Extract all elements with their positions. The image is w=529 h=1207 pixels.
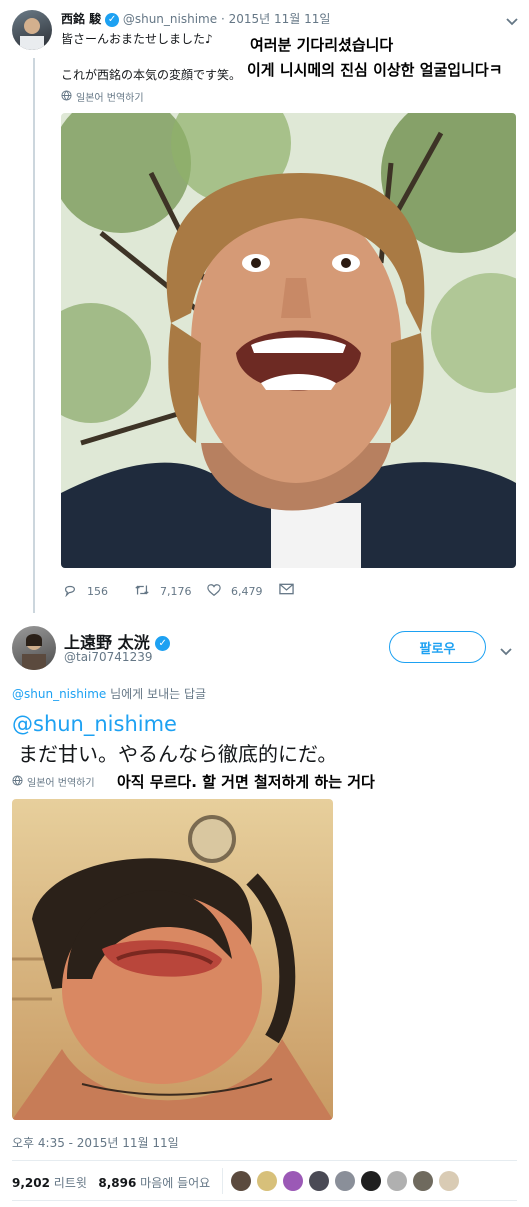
overlay-korean-line2: 이게 니시메의 진심 이상한 얼굴입니다ㅋ — [247, 61, 503, 79]
globe-icon — [61, 89, 72, 104]
translate-link[interactable]: 일본어 번역하기 — [61, 89, 144, 104]
tweet1-text-line2: これが西銘の本気の変顔です笑。 — [61, 68, 242, 82]
liker-avatar[interactable] — [439, 1171, 459, 1191]
like-stat-label: 마음에 들어요 — [140, 1176, 211, 1190]
retweet-icon — [134, 583, 150, 600]
tweet2-text: まだ甘い。やるんなら徹底的にだ。 — [18, 742, 338, 766]
liker-avatar[interactable] — [257, 1171, 277, 1191]
overlay-korean-line1: 여러분 기다리셨습니다 — [250, 36, 394, 54]
avatar-shun[interactable] — [12, 10, 52, 50]
liker-avatar[interactable] — [309, 1171, 329, 1191]
chevron-down-icon[interactable] — [499, 642, 513, 661]
dm-action[interactable] — [279, 583, 294, 598]
heart-icon — [207, 583, 221, 600]
liker-avatar[interactable] — [387, 1171, 407, 1191]
separator: · — [220, 12, 225, 26]
retweet-count: 7,176 — [160, 585, 192, 598]
divider-stats — [222, 1168, 223, 1194]
reply-to-suffix: 님에게 보내는 답글 — [106, 687, 207, 701]
author-handle[interactable]: @shun_nishime — [123, 12, 217, 26]
liker-avatar[interactable] — [361, 1171, 381, 1191]
reply-icon — [63, 583, 77, 600]
globe-icon — [12, 774, 23, 789]
like-action[interactable]: 6,479 — [207, 583, 263, 600]
tweet2-photo[interactable] — [12, 799, 333, 1120]
tweet1-text-line1: 皆さーんおまたせしました♪ — [61, 32, 213, 46]
follow-button[interactable]: 팔로우 — [389, 631, 486, 663]
tweet1-header: 西銘 駿 ✓ @shun_nishime · 2015년 11월 11일 — [61, 10, 330, 27]
mention-link[interactable]: @shun_nishime — [12, 712, 177, 736]
author-name[interactable]: 西銘 駿 — [61, 12, 101, 26]
liker-avatar[interactable] — [231, 1171, 251, 1191]
translate-label: 일본어 번역하기 — [27, 778, 95, 789]
like-stat-count: 8,896 — [98, 1176, 137, 1190]
thread-line — [33, 58, 35, 613]
liker-avatar[interactable] — [413, 1171, 433, 1191]
reply-to-handle[interactable]: @shun_nishime — [12, 687, 106, 701]
stats-row: 9,202 리트윗 8,896 마음에 들어요 — [12, 1174, 210, 1191]
avatar-tai[interactable] — [12, 626, 56, 670]
reply-action[interactable]: 156 — [63, 583, 108, 600]
like-count: 6,479 — [231, 585, 263, 598]
tweet1-photo[interactable] — [61, 113, 516, 568]
author-handle[interactable]: @tai70741239 — [64, 650, 152, 664]
liker-avatar[interactable] — [335, 1171, 355, 1191]
overlay-korean-line3: 아직 무르다. 할 거면 철저하게 하는 거다 — [117, 773, 375, 791]
divider-bottom — [12, 1200, 517, 1201]
reply-count: 156 — [87, 585, 108, 598]
like-stat[interactable]: 8,896 마음에 들어요 — [98, 1176, 210, 1190]
tweet-date[interactable]: 2015년 11월 11일 — [229, 12, 331, 26]
translate-label: 일본어 번역하기 — [76, 93, 144, 104]
verified-icon: ✓ — [155, 636, 171, 651]
translate-link[interactable]: 일본어 번역하기 — [12, 774, 95, 789]
verified-icon: ✓ — [105, 12, 120, 27]
retweet-stat-count: 9,202 — [12, 1176, 50, 1190]
tweet2-timestamp[interactable]: 오후 4:35 - 2015년 11월 11일 — [12, 1134, 179, 1151]
divider-top — [12, 1160, 517, 1161]
reply-to-line: @shun_nishime 님에게 보내는 답글 — [12, 685, 206, 702]
liker-avatar[interactable] — [283, 1171, 303, 1191]
retweet-stat[interactable]: 9,202 리트윗 — [12, 1176, 87, 1190]
envelope-icon — [279, 583, 294, 598]
retweet-stat-label: 리트윗 — [53, 1176, 87, 1190]
retweet-action[interactable]: 7,176 — [134, 583, 192, 600]
chevron-down-icon[interactable] — [505, 12, 519, 31]
